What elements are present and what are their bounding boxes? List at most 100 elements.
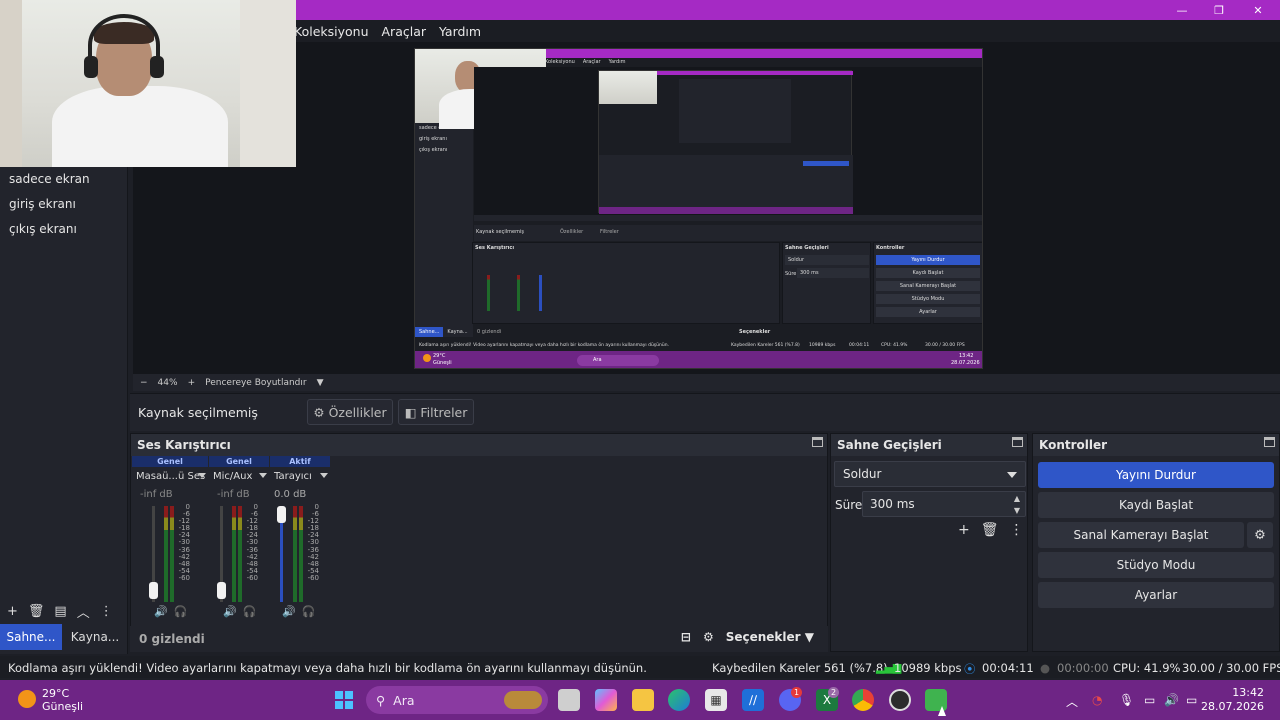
float-dock-icon[interactable]: [1264, 437, 1275, 447]
menu-help[interactable]: Yardım: [439, 24, 481, 39]
settings-button[interactable]: Ayarlar: [1038, 582, 1274, 608]
stream-time: 00:04:11: [982, 661, 1034, 675]
trash-icon[interactable]: 🗑: [981, 522, 999, 538]
trash-icon[interactable]: 🗑: [28, 604, 45, 619]
mixer-channel: Aktif Tarayıcı 0.0 dB 0 -6 -12 -18 -24 -30 -36…: [270, 456, 330, 624]
nested-options: Seçenekler: [739, 329, 771, 335]
app-icon[interactable]: ∕∕: [742, 689, 764, 711]
channel-name[interactable]: Tarayıcı: [274, 471, 312, 482]
weather-condition[interactable]: Güneşli: [42, 700, 83, 713]
edge-icon[interactable]: [668, 689, 690, 711]
fps: 30.00 / 30.00 FPS: [1182, 661, 1280, 675]
channel-icons: 🔊 🎧: [282, 605, 315, 618]
properties-button[interactable]: ⚙ Özellikler: [307, 399, 393, 425]
zoom-in-button[interactable]: +: [188, 378, 196, 388]
nested-meter: [517, 275, 520, 311]
channel-name[interactable]: Masaü...ü Ses: [136, 471, 205, 482]
options-button[interactable]: Seçenekler ▼: [726, 630, 814, 644]
nested-menu-item: Koleksiyonu: [545, 59, 575, 65]
nested-nested-inner: [679, 79, 791, 143]
minimize-button[interactable]: —: [1164, 0, 1200, 20]
filters-button[interactable]: ◧ Filtreler: [398, 399, 474, 425]
stream-icon: ⦿: [964, 662, 976, 676]
excel-badge: 2: [828, 687, 839, 698]
file-explorer-icon[interactable]: [632, 689, 654, 711]
chevron-down-icon[interactable]: ▼: [317, 378, 324, 388]
system-clock[interactable]: 13:42 28.07.2026: [1201, 686, 1264, 714]
chevron-down-icon[interactable]: [198, 473, 206, 478]
headphones-icon[interactable]: 🎧: [302, 605, 316, 618]
obs-icon[interactable]: [889, 689, 911, 711]
float-dock-icon[interactable]: [812, 437, 823, 447]
scene-item[interactable]: sadece ekran: [9, 172, 90, 186]
store-icon[interactable]: ▦: [705, 689, 727, 711]
copilot-icon[interactable]: [595, 689, 617, 711]
meter-scale-tick: -60: [307, 573, 319, 582]
menu-scene-collection[interactable]: Koleksiyonu: [294, 24, 369, 39]
chevron-up-icon[interactable]: ︿: [1066, 693, 1078, 710]
task-view-icon[interactable]: [558, 689, 580, 711]
scene-item[interactable]: çıkış ekranı: [9, 222, 77, 236]
search-box[interactable]: ⚲ Ara: [366, 686, 548, 714]
preview-canvas[interactable]: Koleksiyonu Araçlar Yardım sadece ekran …: [414, 48, 983, 369]
add-icon[interactable]: +: [958, 522, 970, 538]
tab-scenes[interactable]: Sahne...: [0, 624, 62, 650]
zoom-out-button[interactable]: −: [140, 378, 148, 388]
virtual-camera-button[interactable]: Sanal Kamerayı Başlat: [1038, 522, 1244, 548]
headphones-icon[interactable]: 🎧: [243, 605, 257, 618]
speaker-icon[interactable]: 🔊: [223, 605, 237, 618]
studio-mode-button[interactable]: Stüdyo Modu: [1038, 552, 1274, 578]
nested-ctrl-title: Kontroller: [876, 245, 905, 251]
chevron-down-icon[interactable]: [320, 473, 328, 478]
start-button[interactable]: [333, 689, 355, 711]
virtual-camera-settings-button[interactable]: ⚙: [1247, 522, 1273, 548]
headphones-icon[interactable]: 🎧: [174, 605, 188, 618]
scene-item[interactable]: giriş ekranı: [9, 197, 76, 211]
float-dock-icon[interactable]: [1012, 437, 1023, 447]
webcam-person-body: [52, 86, 228, 167]
chevron-down-icon[interactable]: ▼: [1011, 505, 1023, 516]
transition-select[interactable]: Soldur: [834, 461, 1026, 487]
nested-props: Özellikler: [560, 229, 584, 235]
volume-slider-handle[interactable]: [277, 506, 286, 523]
volume-slider-handle[interactable]: [149, 582, 158, 599]
transition-tools: + 🗑 ⋮: [958, 522, 1024, 538]
close-button[interactable]: ✕: [1240, 0, 1276, 20]
network-warning-icon[interactable]: ◔: [1092, 693, 1102, 707]
fit-window-label[interactable]: Pencereye Boyutlandır: [205, 378, 306, 388]
chevron-up-icon[interactable]: ▲: [1011, 493, 1023, 504]
battery-icon[interactable]: ▭: [1186, 693, 1197, 707]
nested-source-label: Kaynak seçilmemiş: [476, 229, 524, 235]
volume-icon[interactable]: 🔊: [1164, 693, 1179, 707]
obs-window: — ❐ ✕ Koleksiyonu Araçlar Yardım Koleksi…: [0, 0, 1280, 720]
clock-date: 28.07.2026: [1201, 700, 1264, 713]
tab-sources[interactable]: Kayna...: [64, 624, 126, 650]
volume-slider-handle[interactable]: [217, 582, 226, 599]
filter-icon[interactable]: ▤: [54, 604, 66, 619]
layout-icon[interactable]: ⊟: [681, 630, 691, 644]
more-icon[interactable]: ⋮: [100, 604, 113, 619]
restore-button[interactable]: ❐: [1201, 0, 1237, 20]
microphone-icon[interactable]: 🎙: [1119, 693, 1134, 707]
add-icon[interactable]: +: [7, 604, 18, 619]
start-record-button[interactable]: Kaydı Başlat: [1038, 492, 1274, 518]
more-icon[interactable]: ⋮: [1010, 522, 1024, 538]
speaker-icon[interactable]: 🔊: [282, 605, 296, 618]
display-icon[interactable]: ▭: [1144, 693, 1155, 707]
weather-temp[interactable]: 29°C: [42, 687, 69, 700]
gear-icon[interactable]: ⚙: [703, 630, 714, 644]
nested-weather-icon: [423, 354, 431, 362]
duration-input[interactable]: 300 ms ▲ ▼: [862, 491, 1026, 517]
mixer-title: Ses Karıştırıcı: [131, 434, 827, 456]
search-icon: ⚲: [376, 692, 386, 708]
menu-tools[interactable]: Araçlar: [382, 24, 427, 39]
mixer-channel: Genel Masaü...ü Ses -inf dB 0 -6 -12 -18 -24…: [132, 456, 208, 624]
stop-stream-button[interactable]: Yayını Durdur: [1038, 462, 1274, 488]
channel-name[interactable]: Mic/Aux: [213, 471, 252, 482]
audio-mixer-dock: Ses Karıştırıcı Genel Masaü...ü Ses -inf…: [130, 433, 828, 652]
chevron-up-icon[interactable]: ︿: [77, 602, 90, 621]
speaker-icon[interactable]: 🔊: [154, 605, 168, 618]
chrome-icon[interactable]: [852, 689, 874, 711]
nested-ctrl-btn: Kaydı Başlat: [876, 268, 980, 278]
chevron-down-icon[interactable]: [259, 473, 267, 478]
